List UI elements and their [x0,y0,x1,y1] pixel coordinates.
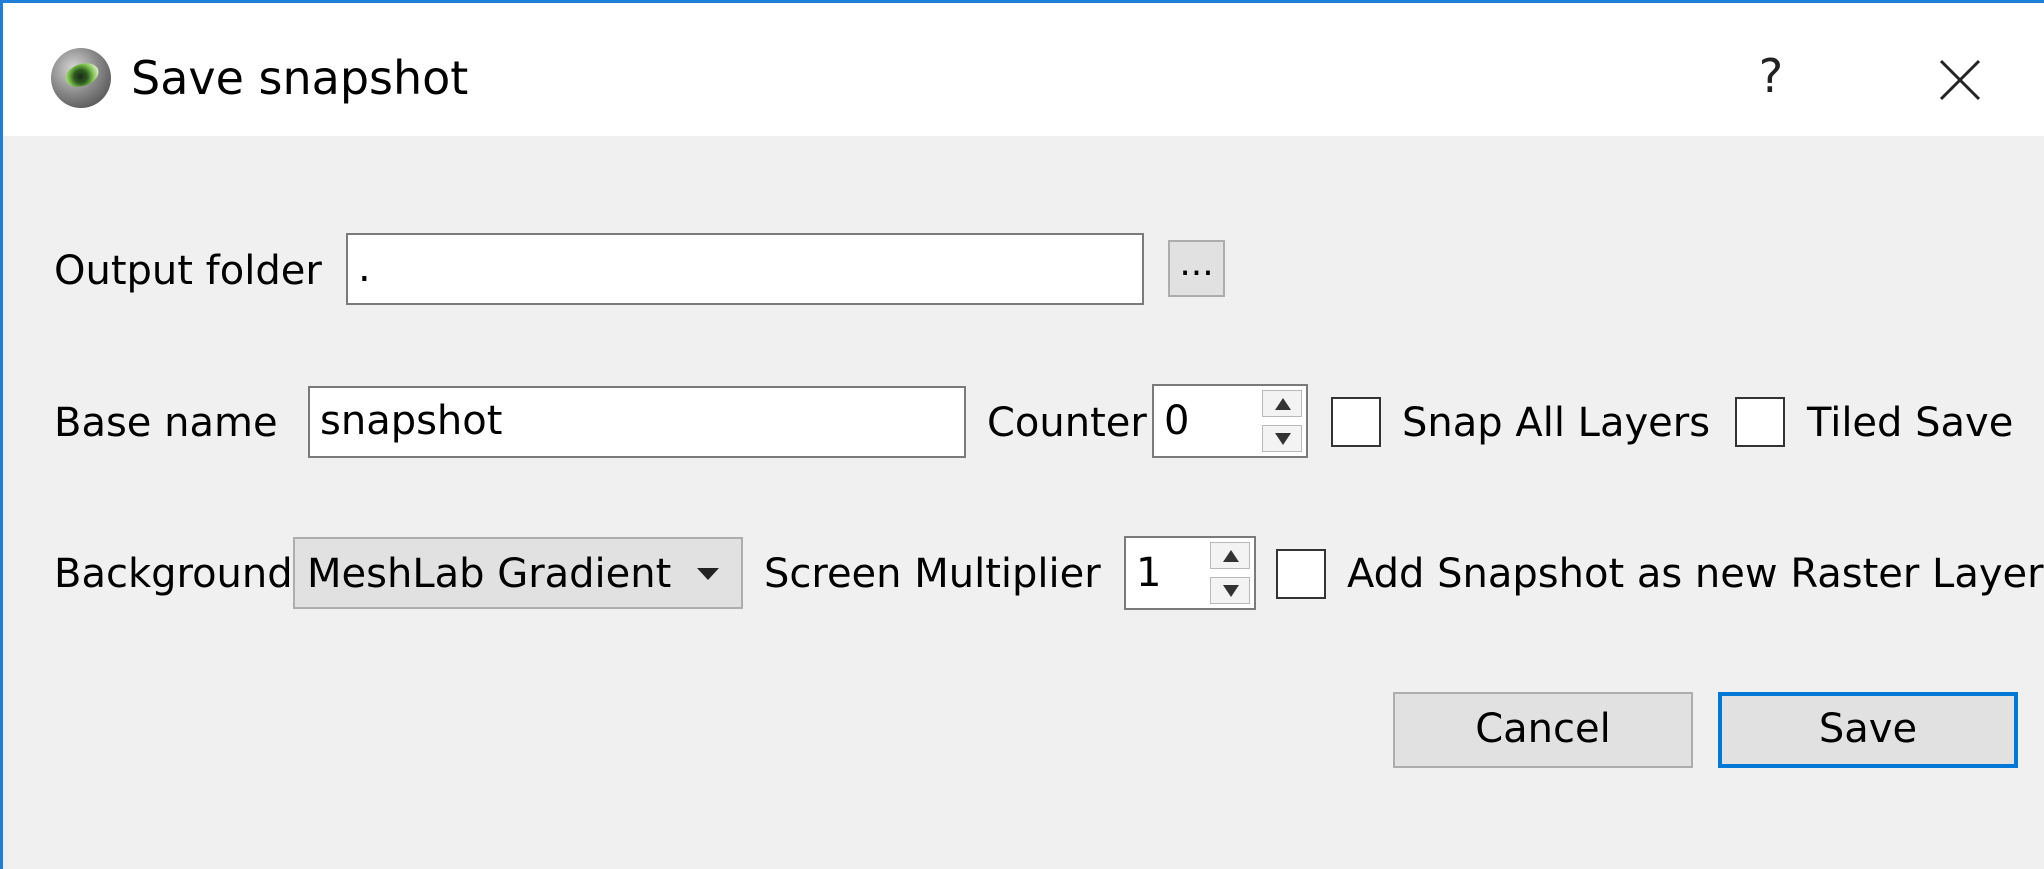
save-snapshot-dialog: Save snapshot ? Output folder . ... Base… [0,0,2044,869]
screen-multiplier-spinbox[interactable]: 1 [1124,536,1256,610]
background-selected-value: MeshLab Gradient [307,551,672,597]
title-bar: Save snapshot ? [3,3,2044,136]
meshlab-eye-icon [51,48,111,108]
screen-multiplier-label: Screen Multiplier [764,551,1101,597]
tiled-save-label: Tiled Save [1807,400,2014,446]
base-name-input[interactable]: snapshot [308,386,966,458]
counter-spinbox[interactable]: 0 [1152,384,1308,458]
spin-down-icon [1223,585,1239,597]
counter-increment[interactable] [1262,390,1302,417]
dialog-title: Save snapshot [131,51,469,105]
close-icon [1939,59,1981,101]
output-folder-input[interactable]: . [346,233,1144,305]
counter-value: 0 [1164,398,1190,444]
spin-down-icon [1275,433,1291,445]
snap-all-layers-label: Snap All Layers [1402,400,1711,446]
counter-label: Counter [987,400,1147,446]
screen-multiplier-increment[interactable] [1210,542,1250,569]
spin-up-icon [1223,550,1239,562]
snap-all-layers-checkbox[interactable] [1331,397,1381,447]
screen-multiplier-value: 1 [1136,550,1162,596]
close-button[interactable] [1923,43,1995,115]
chevron-down-icon [697,568,719,580]
browse-folder-button[interactable]: ... [1168,240,1225,297]
tiled-save-checkbox[interactable] [1735,397,1785,447]
screen-multiplier-decrement[interactable] [1210,577,1250,604]
spin-up-icon [1275,398,1291,410]
cancel-button[interactable]: Cancel [1393,692,1693,768]
base-name-label: Base name [54,400,278,446]
background-label: Background [54,551,293,597]
save-button[interactable]: Save [1718,692,2018,768]
output-folder-label: Output folder [54,248,322,294]
add-raster-layer-label: Add Snapshot as new Raster Layer [1347,551,2044,597]
add-raster-layer-checkbox[interactable] [1276,549,1326,599]
background-select[interactable]: MeshLab Gradient [293,537,743,609]
counter-decrement[interactable] [1262,425,1302,452]
help-button[interactable]: ? [1743,43,1799,109]
